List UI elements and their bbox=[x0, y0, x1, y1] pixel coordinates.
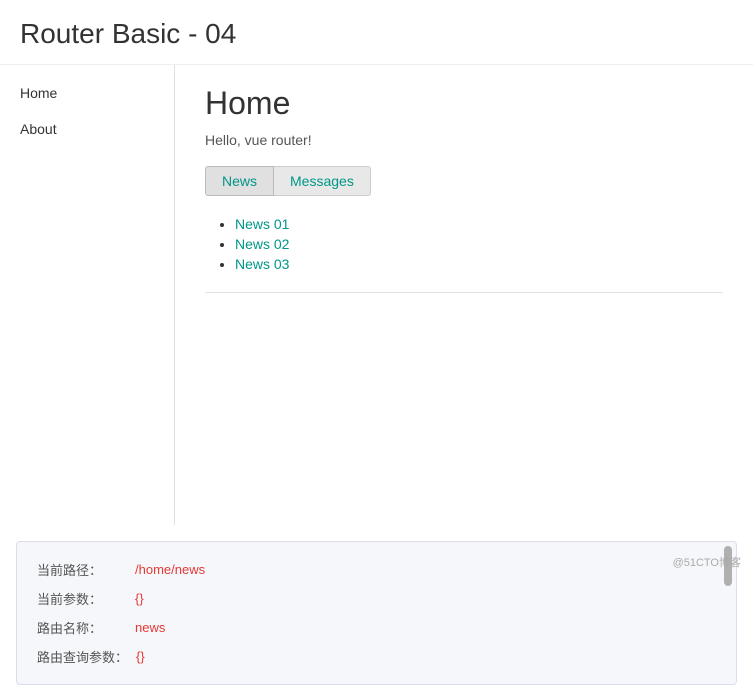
tabs-row: News Messages bbox=[205, 166, 723, 196]
sidebar-item-home[interactable]: Home bbox=[0, 75, 174, 111]
current-params-value: {} bbox=[135, 591, 144, 606]
content-area: Home Hello, vue router! News Messages Ne… bbox=[175, 65, 753, 525]
info-box: 当前路径： /home/news 当前参数： {} 路由名称： news 路由查… bbox=[16, 541, 737, 685]
info-row-query: 路由查询参数： {} bbox=[37, 647, 716, 666]
route-query-label: 路由查询参数： bbox=[37, 647, 128, 666]
current-path-label: 当前路径： bbox=[37, 560, 127, 579]
news-list: News 01 News 02 News 03 bbox=[205, 216, 723, 272]
info-row-name: 路由名称： news bbox=[37, 618, 716, 637]
current-path-value: /home/news bbox=[135, 562, 205, 577]
content-heading: Home bbox=[205, 85, 723, 122]
info-row-path: 当前路径： /home/news bbox=[37, 560, 716, 579]
list-item: News 02 bbox=[235, 236, 723, 252]
news-02-link[interactable]: News 02 bbox=[235, 236, 289, 252]
list-item: News 01 bbox=[235, 216, 723, 232]
tab-news[interactable]: News bbox=[205, 166, 274, 196]
info-row-params: 当前参数： {} bbox=[37, 589, 716, 608]
current-params-label: 当前参数： bbox=[37, 589, 127, 608]
list-item: News 03 bbox=[235, 256, 723, 272]
news-03-link[interactable]: News 03 bbox=[235, 256, 289, 272]
route-query-value: {} bbox=[136, 649, 145, 664]
main-layout: Home About Home Hello, vue router! News … bbox=[0, 65, 753, 525]
watermark: @51CTO博客 bbox=[673, 554, 741, 570]
sidebar-item-about[interactable]: About bbox=[0, 111, 174, 147]
sidebar: Home About bbox=[0, 65, 175, 525]
page-title: Router Basic - 04 bbox=[0, 0, 753, 65]
divider bbox=[205, 292, 723, 293]
route-name-value: news bbox=[135, 620, 165, 635]
news-01-link[interactable]: News 01 bbox=[235, 216, 289, 232]
hello-text: Hello, vue router! bbox=[205, 132, 723, 148]
route-name-label: 路由名称： bbox=[37, 618, 127, 637]
tab-messages[interactable]: Messages bbox=[274, 166, 371, 196]
